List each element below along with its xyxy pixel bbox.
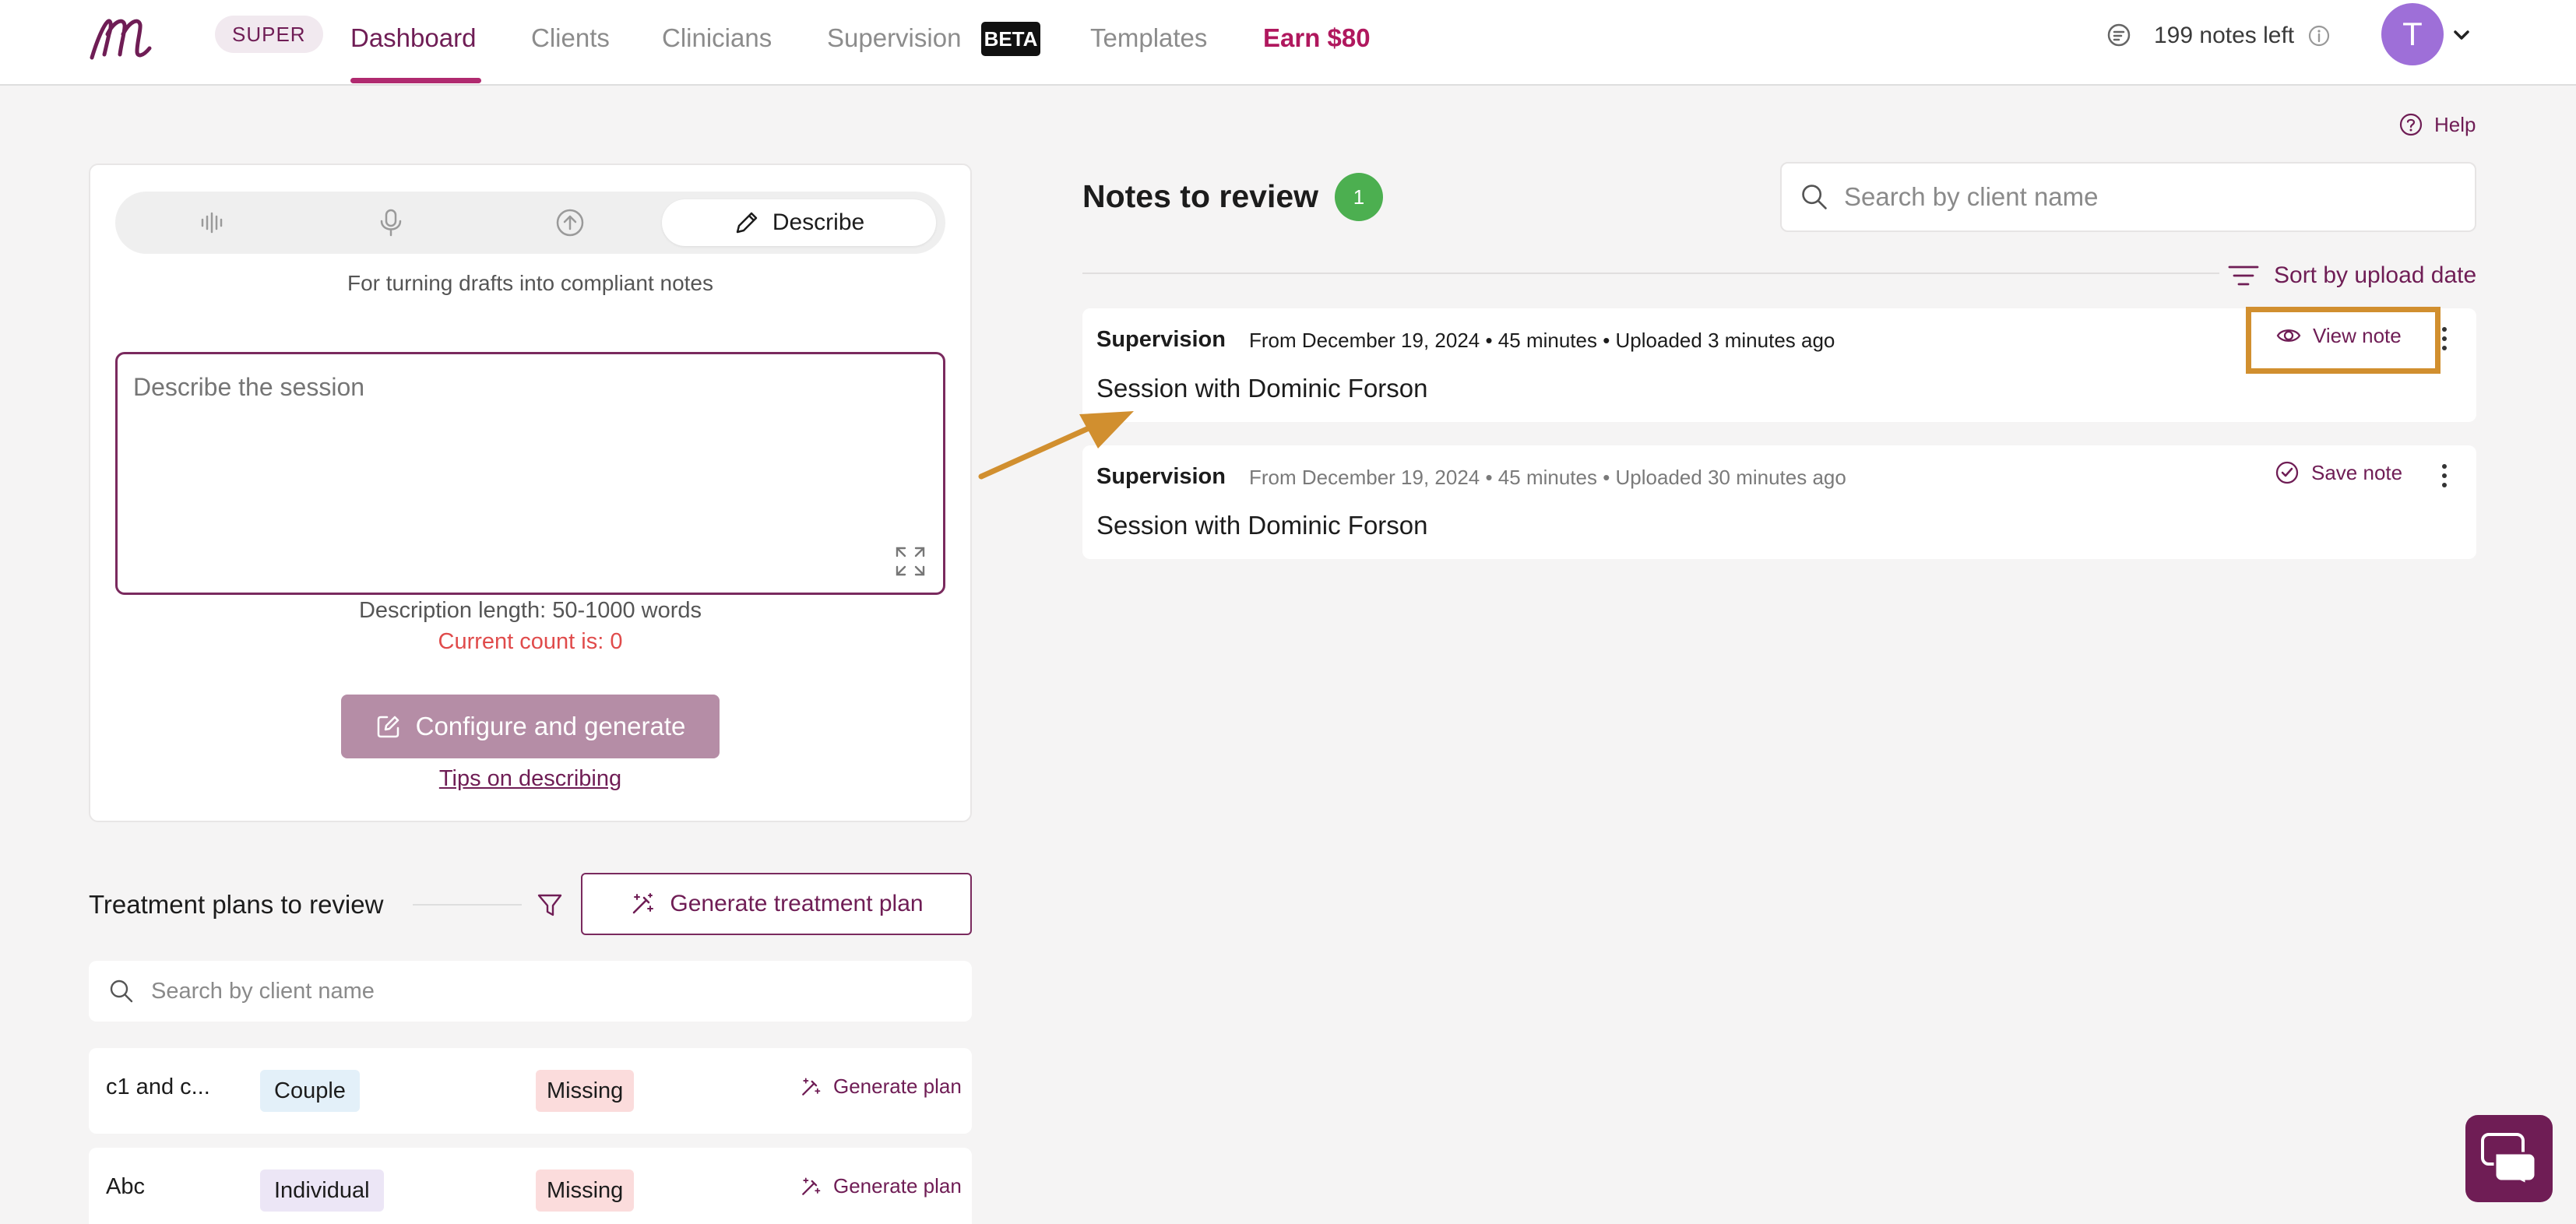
beta-badge: BETA [981, 22, 1040, 56]
magic-wand-icon [633, 893, 654, 914]
help-link[interactable]: Help [2398, 109, 2476, 140]
notes-count-badge: 1 [1335, 173, 1383, 221]
treatment-search-input[interactable] [151, 978, 852, 1004]
magic-wand-icon [802, 1078, 821, 1096]
status-badge: Missing [536, 1169, 635, 1212]
pencil-icon [736, 212, 758, 234]
note-title: Session with Dominic Forson [1096, 511, 1428, 540]
user-avatar[interactable]: T [2381, 3, 2444, 65]
client-type-badge: Couple [260, 1070, 360, 1112]
tips-link[interactable]: Tips on describing [115, 766, 945, 792]
annotation-arrow-icon [978, 411, 1134, 480]
sort-button[interactable]: Sort by upload date [2227, 260, 2476, 291]
plan-badge: SUPER [215, 16, 323, 53]
filter-icon[interactable] [534, 889, 565, 920]
notes-divider [1082, 273, 2219, 274]
nav-supervision[interactable]: Supervision [827, 19, 961, 58]
status-badge: Missing [536, 1070, 635, 1112]
notes-credit-icon [2107, 23, 2131, 47]
search-icon [1802, 185, 1827, 209]
generate-plan-button[interactable]: Generate plan [799, 1075, 962, 1099]
treatment-row[interactable]: c1 and c... Couple Missing Generate plan [89, 1048, 972, 1134]
nav-templates[interactable]: Templates [1090, 19, 1207, 58]
treatment-plans-title: Treatment plans to review [89, 890, 384, 919]
top-navigation-bar: SUPER Dashboard Clients Clinicians Super… [0, 0, 2576, 86]
notes-search [1780, 162, 2476, 232]
configure-and-generate-button[interactable]: Configure and generate [341, 695, 720, 758]
nav-clinicians[interactable]: Clinicians [662, 19, 772, 58]
description-length-hint: Description length: 50-1000 words [358, 598, 702, 623]
client-name: Abc [106, 1174, 145, 1199]
note-meta: From December 19, 2024 • 45 minutes • Up… [1249, 329, 1835, 352]
word-count: Current count is: 0 [438, 629, 623, 654]
client-type-badge: Individual [260, 1169, 384, 1212]
notes-search-input[interactable] [1844, 182, 2451, 212]
nav-clients[interactable]: Clients [531, 19, 610, 58]
sort-icon [2228, 266, 2259, 286]
chevron-down-icon[interactable] [2450, 23, 2473, 47]
microphone-icon [380, 209, 402, 237]
treatment-search [89, 961, 972, 1022]
mode-upload-button[interactable] [539, 199, 601, 246]
describe-label: Describe [772, 209, 865, 235]
note-card[interactable]: Supervision From December 19, 2024 • 45 … [1082, 445, 2476, 559]
upload-icon [556, 209, 584, 237]
generate-plan-label: Generate plan [833, 1174, 962, 1198]
magic-wand-icon [802, 1177, 821, 1195]
notes-left-count: 199 notes left [2154, 23, 2295, 48]
question-icon [2399, 113, 2423, 136]
client-name: c1 and c... [106, 1075, 210, 1099]
tips-label[interactable]: Tips on describing [439, 766, 621, 791]
mode-dictate-button[interactable] [360, 199, 422, 246]
check-circle-icon [2275, 461, 2299, 484]
generate-plan-label: Generate plan [833, 1075, 962, 1098]
help-label: Help [2434, 113, 2476, 136]
info-icon[interactable] [2307, 23, 2331, 48]
generate-plan-button[interactable]: Generate plan [799, 1174, 962, 1198]
expand-icon[interactable] [892, 543, 928, 579]
active-tab-indicator [350, 78, 481, 83]
mode-record-button[interactable] [182, 199, 245, 246]
generate-treatment-plan-label: Generate treatment plan [670, 891, 924, 916]
save-note-button[interactable]: Save note [2274, 459, 2402, 486]
note-meta: From December 19, 2024 • 45 minutes • Up… [1249, 466, 1846, 489]
more-options-icon[interactable] [2433, 456, 2456, 495]
session-description-input[interactable] [115, 352, 945, 595]
nav-dashboard[interactable]: Dashboard [350, 19, 476, 58]
section-divider [413, 904, 522, 906]
treatment-row[interactable]: Abc Individual Missing Generate plan [89, 1148, 972, 1224]
note-type: Supervision [1096, 327, 1226, 352]
edit-box-icon [377, 716, 399, 738]
logo-icon[interactable] [87, 11, 162, 65]
sort-label: Sort by upload date [2274, 262, 2477, 288]
highlight-annotation [2246, 307, 2441, 374]
mode-hint: For turning drafts into compliant notes [347, 271, 713, 295]
generate-treatment-plan-button[interactable]: Generate treatment plan [581, 873, 972, 935]
chat-support-button[interactable] [2465, 1115, 2553, 1202]
notes-to-review-title: Notes to review [1082, 178, 1319, 214]
nav-earn[interactable]: Earn $80 [1263, 19, 1371, 58]
chat-icon [2481, 1133, 2537, 1186]
audio-wave-icon [201, 212, 223, 234]
configure-label: Configure and generate [415, 712, 686, 740]
mode-describe-button[interactable]: Describe [662, 199, 936, 246]
save-note-label: Save note [2311, 460, 2403, 484]
note-title: Session with Dominic Forson [1096, 374, 1428, 403]
search-icon [110, 980, 133, 1003]
